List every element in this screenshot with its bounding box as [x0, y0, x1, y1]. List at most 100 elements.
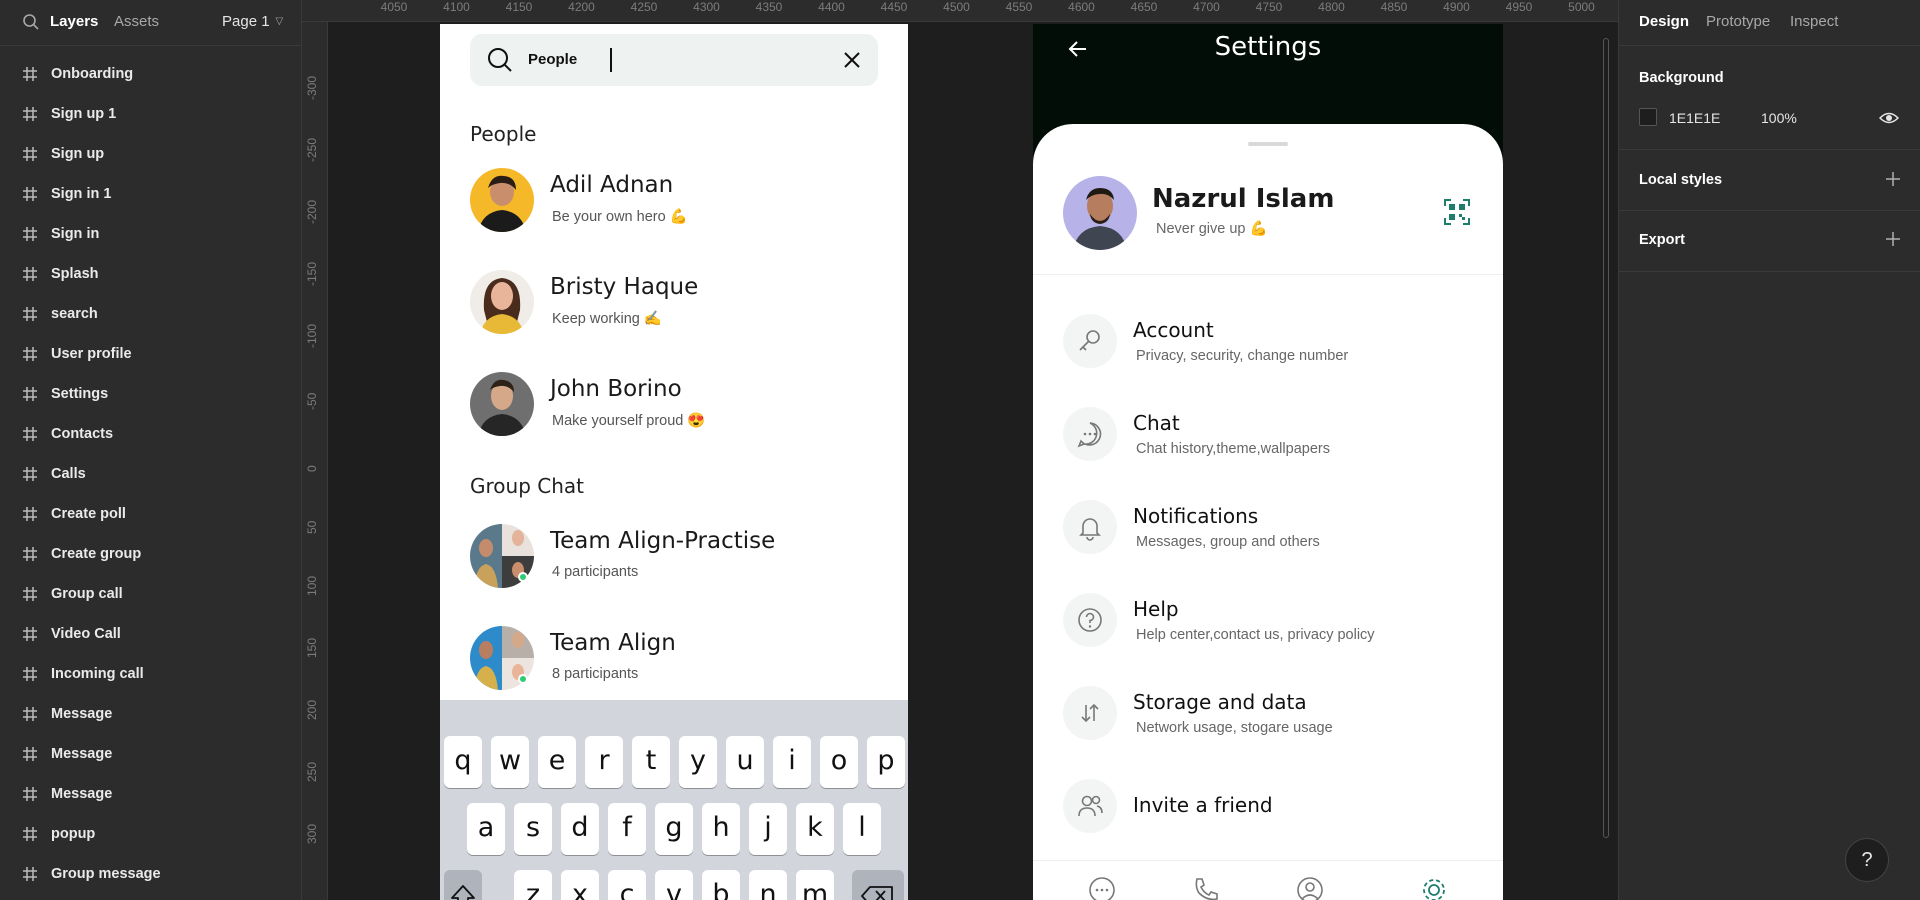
key[interactable]: a: [467, 803, 505, 855]
settings-tab-icon[interactable]: [1419, 875, 1449, 900]
layer-item[interactable]: Sign up 1: [0, 96, 302, 136]
key[interactable]: u: [726, 736, 764, 788]
chat-tab-icon[interactable]: [1087, 875, 1117, 900]
search-input[interactable]: People: [528, 51, 577, 68]
tab-inspect[interactable]: Inspect: [1790, 13, 1838, 30]
search-icon[interactable]: [22, 13, 40, 31]
eye-icon[interactable]: [1879, 108, 1899, 128]
key[interactable]: f: [608, 803, 646, 855]
layer-item[interactable]: Sign in 1: [0, 176, 302, 216]
layer-item[interactable]: Sign up: [0, 136, 302, 176]
key[interactable]: n: [749, 870, 787, 900]
key[interactable]: c: [608, 870, 646, 900]
settings-item-title: Storage and data: [1133, 690, 1307, 714]
canvas-scrollbar[interactable]: [1603, 38, 1609, 838]
key[interactable]: i: [773, 736, 811, 788]
help-button[interactable]: ?: [1845, 838, 1889, 882]
backspace-key[interactable]: [852, 870, 904, 900]
add-style-icon[interactable]: [1885, 171, 1901, 187]
settings-item-invite[interactable]: Invite a friend: [1063, 779, 1473, 849]
layer-item[interactable]: Sign in: [0, 216, 302, 256]
layer-item[interactable]: Video Call: [0, 616, 302, 656]
settings-screen-frame[interactable]: Settings Nazrul Islam Never give up 💪 Ac…: [1033, 24, 1503, 900]
layer-item[interactable]: Message: [0, 696, 302, 736]
key[interactable]: k: [796, 803, 834, 855]
profile-avatar[interactable]: [1063, 176, 1137, 250]
layer-label: Onboarding: [51, 66, 134, 82]
profile-tab-icon[interactable]: [1295, 875, 1325, 900]
key[interactable]: v: [655, 870, 693, 900]
settings-item-help[interactable]: Help Help center,contact us, privacy pol…: [1063, 593, 1473, 663]
key[interactable]: q: [444, 736, 482, 788]
key[interactable]: z: [514, 870, 552, 900]
layer-item[interactable]: Create group: [0, 536, 302, 576]
settings-item-account[interactable]: Account Privacy, security, change number: [1063, 314, 1473, 384]
key[interactable]: m: [796, 870, 834, 900]
layer-item[interactable]: User profile: [0, 336, 302, 376]
key[interactable]: t: [632, 736, 670, 788]
person-row-bristy[interactable]: Bristy Haque Keep working ✍: [470, 270, 890, 350]
layer-item[interactable]: Incoming call: [0, 656, 302, 696]
tab-assets[interactable]: Assets: [114, 13, 159, 30]
tab-layers[interactable]: Layers: [50, 13, 98, 30]
settings-item-storage[interactable]: Storage and data Network usage, stogare …: [1063, 686, 1473, 756]
help-icon: [1063, 593, 1117, 647]
layer-item[interactable]: Settings: [0, 376, 302, 416]
search-bar[interactable]: People: [470, 34, 878, 86]
calls-tab-icon[interactable]: [1191, 875, 1221, 900]
qr-code-icon[interactable]: [1443, 198, 1471, 226]
ruler-tick-label: 4450: [880, 0, 908, 14]
key[interactable]: h: [702, 803, 740, 855]
color-swatch[interactable]: [1639, 108, 1657, 126]
key[interactable]: x: [561, 870, 599, 900]
profile-name: Nazrul Islam: [1152, 184, 1335, 214]
group-row-team-align-practise[interactable]: Team Align-Practise 4 participants: [470, 524, 890, 604]
key[interactable]: p: [867, 736, 905, 788]
background-opacity-field[interactable]: 100%: [1761, 110, 1797, 126]
person-row-john[interactable]: John Borino Make yourself proud 😍: [470, 372, 890, 452]
key[interactable]: e: [538, 736, 576, 788]
frame-hash-icon: [22, 826, 38, 842]
layer-item[interactable]: Splash: [0, 256, 302, 296]
group-row-team-align[interactable]: Team Align 8 participants: [470, 626, 890, 706]
key[interactable]: r: [585, 736, 623, 788]
close-icon[interactable]: [842, 50, 862, 70]
add-export-icon[interactable]: [1885, 231, 1901, 247]
search-screen-frame[interactable]: People People Adil Adnan Be your own her…: [440, 24, 908, 900]
shift-key[interactable]: [444, 870, 482, 900]
key[interactable]: j: [749, 803, 787, 855]
key[interactable]: o: [820, 736, 858, 788]
layer-item[interactable]: popup: [0, 816, 302, 856]
drag-handle[interactable]: [1248, 142, 1288, 146]
layer-label: Sign in 1: [51, 186, 112, 202]
layer-item[interactable]: Calls: [0, 456, 302, 496]
layer-label: Message: [51, 746, 113, 762]
page-selector[interactable]: Page 1 ▽: [222, 13, 283, 30]
key[interactable]: s: [514, 803, 552, 855]
key[interactable]: g: [655, 803, 693, 855]
layer-item[interactable]: Group message: [0, 856, 302, 896]
background-hex-field[interactable]: 1E1E1E: [1669, 110, 1720, 126]
ruler-tick-label: 4400: [818, 0, 845, 14]
key[interactable]: d: [561, 803, 599, 855]
layer-item[interactable]: Message: [0, 776, 302, 816]
layer-item[interactable]: Create poll: [0, 496, 302, 536]
layer-label: Create group: [51, 546, 142, 562]
tab-design[interactable]: Design: [1639, 13, 1689, 30]
layer-item[interactable]: Group call: [0, 576, 302, 616]
key[interactable]: w: [491, 736, 529, 788]
settings-card: Nazrul Islam Never give up 💪 Account Pri…: [1033, 124, 1503, 900]
settings-item-chat[interactable]: Chat Chat history,theme,wallpapers: [1063, 407, 1473, 477]
key[interactable]: b: [702, 870, 740, 900]
key[interactable]: l: [843, 803, 881, 855]
layer-item[interactable]: Message: [0, 736, 302, 776]
settings-item-notifications[interactable]: Notifications Messages, group and others: [1063, 500, 1473, 570]
layer-label: Contacts: [51, 426, 114, 442]
key[interactable]: y: [679, 736, 717, 788]
person-row-adil[interactable]: Adil Adnan Be your own hero 💪: [470, 168, 890, 248]
tab-prototype[interactable]: Prototype: [1706, 13, 1770, 30]
layer-item[interactable]: Onboarding: [0, 56, 302, 96]
layer-item[interactable]: Contacts: [0, 416, 302, 456]
page-selector-label: Page 1: [222, 13, 270, 30]
layer-item[interactable]: search: [0, 296, 302, 336]
